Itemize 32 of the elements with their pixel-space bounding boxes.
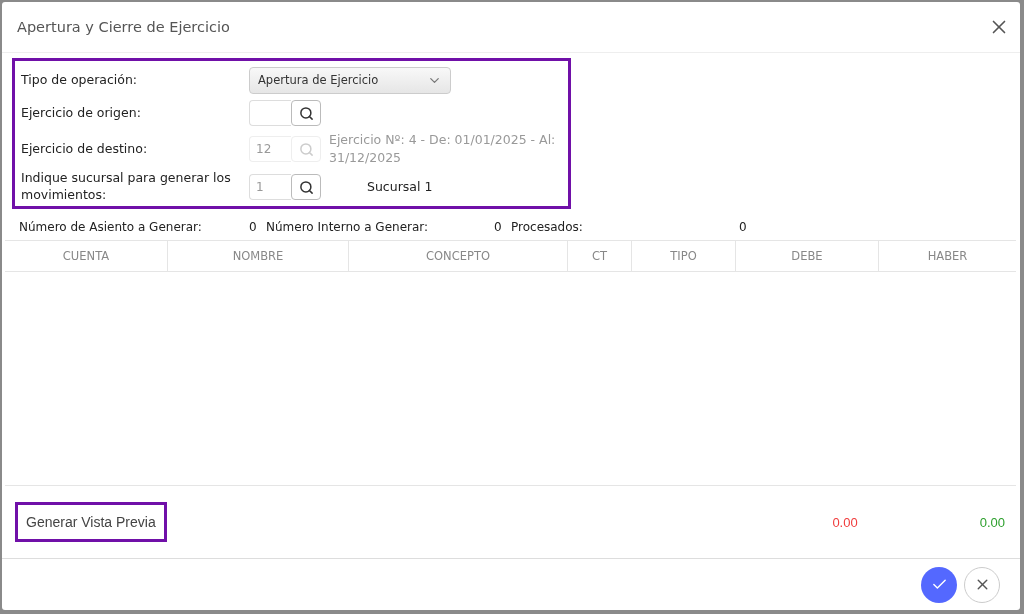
search-button[interactable] [291,100,321,126]
field-label: Indique sucursal para generar los movimientos: [21,170,232,204]
stat-value: 0 [249,220,258,236]
column-header: HABER [926,248,969,265]
operation-select[interactable]: Apertura de Ejercicio [249,66,451,94]
field-label: Ejercicio de origen: [21,104,142,122]
debit-total: 0.00 [832,514,858,530]
stat-label: Número de Asiento a Generar: [19,220,203,236]
field-info: Sucursal 1 [367,178,433,197]
column-header: CONCEPTO [349,241,568,271]
column-header: TIPO [632,241,736,271]
preview-button[interactable]: Generar Vista Previa [15,502,167,542]
confirm-button[interactable] [921,566,957,603]
stat-label: Número Interno a Generar: [266,220,430,236]
input-field[interactable] [249,100,291,126]
search-button[interactable] [291,174,321,201]
stat-value: 0 [494,220,503,236]
stat-value: 0 [739,220,747,236]
field-label: Ejercicio de destino: [21,140,149,158]
search-icon [298,179,314,195]
search-icon [298,141,314,157]
column-header: CT [568,241,632,271]
column-header: NOMBRE [168,241,349,271]
dialog-title: Apertura y Cierre de Ejercicio [17,19,230,35]
column-header: DEBE [736,241,879,271]
field-label: Tipo de operación: [21,71,139,89]
cancel-button[interactable] [964,566,1000,603]
stat-label: Procesados: [511,220,584,236]
column-header: CUENTA [5,241,168,271]
field-info: Ejercicio Nº: 4 - De: 01/01/2025 - Al: 31/12/2025 [329,131,557,168]
search-icon [298,105,314,121]
credit-total: 0.00 [979,514,1005,530]
